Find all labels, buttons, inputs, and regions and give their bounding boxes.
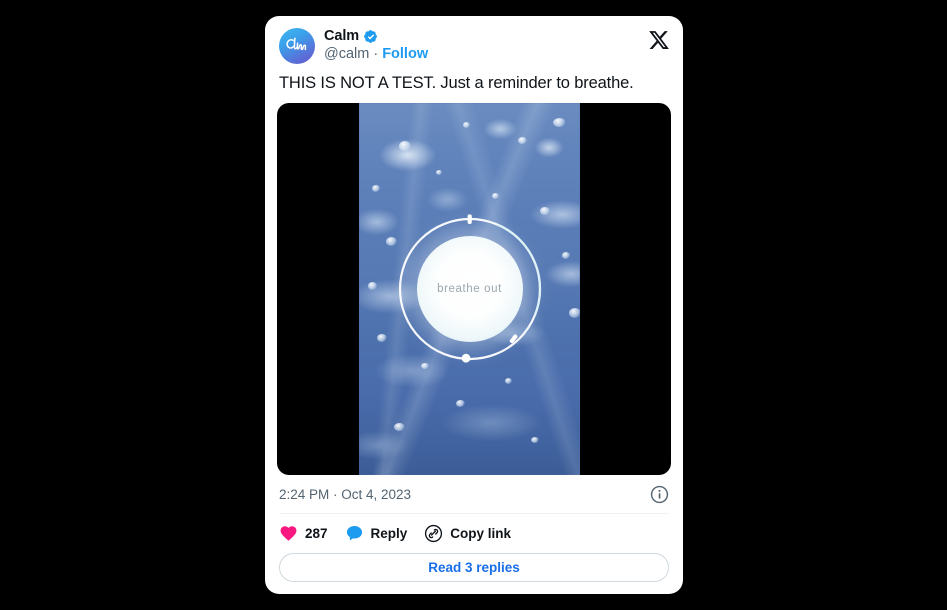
like-count: 287 [305, 525, 328, 541]
copy-link-action[interactable]: Copy link [424, 524, 511, 543]
avatar[interactable] [279, 28, 315, 64]
calm-logo-icon [286, 37, 307, 51]
reply-icon [346, 525, 362, 540]
reply-action[interactable]: Reply [345, 524, 408, 543]
read-replies-button[interactable]: Read 3 replies [279, 552, 669, 582]
breathe-ring: breathe out [395, 214, 545, 364]
author-name-block: Calm @calm · Follow [324, 28, 428, 62]
link-icon [425, 524, 443, 542]
like-action[interactable]: 287 [279, 524, 328, 543]
reply-label: Reply [370, 525, 408, 541]
info-circle-glyph [650, 485, 669, 503]
follow-link[interactable]: Follow [382, 46, 428, 63]
heart-icon [280, 525, 297, 541]
tweet-text: THIS IS NOT A TEST. Just a reminder to b… [279, 74, 634, 92]
separator-dot: · [373, 45, 379, 62]
author-handle: @calm [324, 45, 370, 62]
read-replies-label: Read 3 replies [428, 559, 520, 575]
info-circle-icon[interactable] [650, 485, 669, 504]
timestamp: 2:24 PM · Oct 4, 2023 [279, 486, 412, 502]
author-row: Calm [324, 28, 428, 45]
tweet-video-player[interactable]: breathe out [277, 103, 671, 475]
screenshot-root: Calm @calm · Follow THIS IS NOT A TEST. … [0, 0, 947, 610]
tweet-actions: 287 Reply Copy link [265, 514, 683, 551]
verified-badge-icon [364, 29, 377, 43]
video-frame: breathe out [359, 103, 580, 475]
breathe-label: breathe out [437, 283, 502, 296]
breathe-core: breathe out [416, 236, 523, 343]
tweet-header: Calm @calm · Follow [265, 16, 683, 64]
tweet-meta-row: 2:24 PM · Oct 4, 2023 [265, 475, 683, 513]
handle-row: @calm · Follow [324, 46, 428, 63]
embedded-tweet-card: Calm @calm · Follow THIS IS NOT A TEST. … [265, 16, 683, 594]
copy-link-label: Copy link [450, 525, 512, 541]
x-logo-icon[interactable] [648, 29, 670, 51]
author-display-name: Calm [324, 28, 360, 44]
x-logo-glyph [649, 31, 669, 49]
